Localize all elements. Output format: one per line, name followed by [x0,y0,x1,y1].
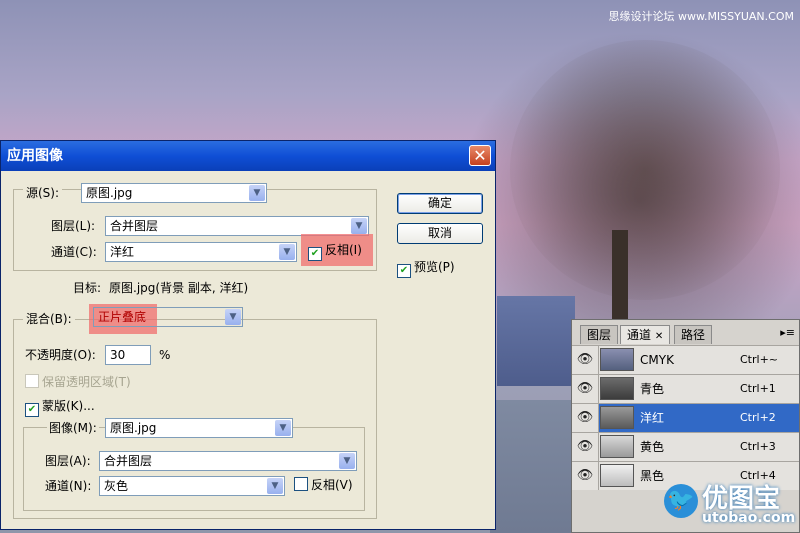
channel-thumbnail [600,464,634,487]
checkbox-checked-icon: ✔ [308,247,322,261]
chevron-down-icon: ▼ [339,453,355,469]
channel-shortcut: Ctrl+3 [740,440,776,453]
dialog-titlebar[interactable]: 应用图像 ✕ [1,141,495,171]
channel-label: 通道(C): [51,245,97,259]
preserve-label: 保留透明区域(T) [42,375,131,389]
channel-row-cyan[interactable]: 👁 青色 Ctrl+1 [572,374,799,403]
source-label: 源(S): [23,182,63,204]
channel-name: 黑色 [640,469,665,483]
layer-value: 合并图层 [110,219,159,233]
ok-button[interactable]: 确定 [397,193,483,214]
channel-row-cmyk[interactable]: 👁 CMYK Ctrl+~ [572,345,799,374]
watermark: 思缘设计论坛 www.MISSYUAN.COM [608,10,794,23]
checkbox-unchecked-icon [25,374,39,388]
cancel-button[interactable]: 取消 [397,223,483,244]
tab-layers[interactable]: 图层 [580,325,619,344]
blend-select[interactable]: 正片叠底 ▼ [93,307,243,327]
mask-image-label: 图像(M): [47,417,99,439]
channel-select[interactable]: 洋红 ▼ [105,242,297,262]
preserve-transparency-checkbox[interactable]: 保留透明区域(T) [25,371,131,393]
channel-thumbnail [600,377,634,400]
channel-thumbnail [600,435,634,458]
mask-channel-select[interactable]: 灰色 ▼ [99,476,285,496]
mask-invert-label: 反相(V) [311,478,353,492]
channel-name: CMYK [640,353,674,367]
channel-thumbnail [600,348,634,371]
eye-icon[interactable]: 👁 [572,433,599,461]
tree-canopy [510,40,780,300]
mask-checkbox[interactable]: ✔ 蒙版(K)... [25,395,95,417]
source-value: 原图.jpg [86,186,133,200]
channel-row-magenta[interactable]: 👁 洋红 Ctrl+2 [572,403,799,432]
preview-checkbox[interactable]: ✔ 预览(P) [397,256,455,278]
close-button[interactable]: ✕ [469,145,491,166]
channel-name: 洋红 [640,411,665,425]
mask-layer-value: 合并图层 [104,454,153,468]
mask-image-select[interactable]: 原图.jpg ▼ [105,418,293,438]
tab-channels[interactable]: 通道 ✕ [620,325,671,344]
mask-image-value: 原图.jpg [110,421,157,435]
eye-icon[interactable]: 👁 [572,346,599,374]
layer-label: 图层(L): [51,219,96,233]
preview-label: 预览(P) [414,260,455,274]
invert-checkbox[interactable]: ✔ 反相(I) [308,239,362,261]
eye-icon[interactable]: 👁 [572,404,599,432]
eye-icon[interactable]: 👁 [572,375,599,403]
channel-thumbnail [600,406,634,429]
chevron-down-icon: ▼ [225,309,241,325]
channel-shortcut: Ctrl+~ [740,353,779,366]
building [497,296,575,386]
close-icon: ✕ [473,146,487,165]
channel-row-yellow[interactable]: 👁 黄色 Ctrl+3 [572,432,799,461]
channel-name: 青色 [640,382,665,396]
mask-invert-checkbox[interactable]: 反相(V) [294,474,353,496]
mask-label: 蒙版(K)... [42,399,95,413]
checkbox-unchecked-icon [294,477,308,491]
chevron-down-icon: ▼ [275,420,291,436]
mask-layer-select[interactable]: 合并图层 ▼ [99,451,357,471]
channel-name: 黄色 [640,440,665,454]
target-label: 目标: [73,281,102,295]
target-value: 原图.jpg(背景 副本, 洋红) [109,281,249,295]
checkbox-checked-icon: ✔ [397,264,411,278]
opacity-unit: % [159,348,171,362]
opacity-input[interactable]: 30 [105,345,151,365]
source-select[interactable]: 原图.jpg ▼ [81,183,267,203]
opacity-label: 不透明度(O): [25,348,96,362]
mask-channel-label: 通道(N): [45,479,92,493]
panel-tabs: 图层 通道 ✕ 路径 ▸≡ [572,320,799,344]
logo-url: utobao.com [702,510,796,526]
channel-shortcut: Ctrl+2 [740,411,776,424]
blend-label: 混合(B): [23,308,75,330]
invert-label: 反相(I) [325,243,362,257]
chevron-down-icon: ▼ [267,478,283,494]
bird-icon: 🐦 [664,484,698,518]
layer-select[interactable]: 合并图层 ▼ [105,216,369,236]
chevron-down-icon: ▼ [279,244,295,260]
channel-value: 洋红 [110,245,135,259]
tab-paths[interactable]: 路径 [674,325,713,344]
chevron-down-icon: ▼ [351,218,367,234]
chevron-down-icon: ▼ [249,185,265,201]
checkbox-checked-icon: ✔ [25,403,39,417]
site-logo: 🐦 优图宝 utobao.com [664,478,796,528]
channel-shortcut: Ctrl+1 [740,382,776,395]
mask-channel-value: 灰色 [104,479,129,493]
mask-layer-label: 图层(A): [45,454,91,468]
panel-menu-icon[interactable]: ▸≡ [780,326,795,339]
tab-channels-label: 通道 [627,328,652,342]
blend-value: 正片叠底 [98,310,147,324]
dialog-title: 应用图像 [7,148,63,164]
eye-icon[interactable]: 👁 [572,462,599,490]
apply-image-dialog: 应用图像 ✕ 源(S): 原图.jpg ▼ 图层(L): 合并图层 ▼ 通道(C… [0,140,496,530]
close-icon[interactable]: ✕ [655,331,663,342]
